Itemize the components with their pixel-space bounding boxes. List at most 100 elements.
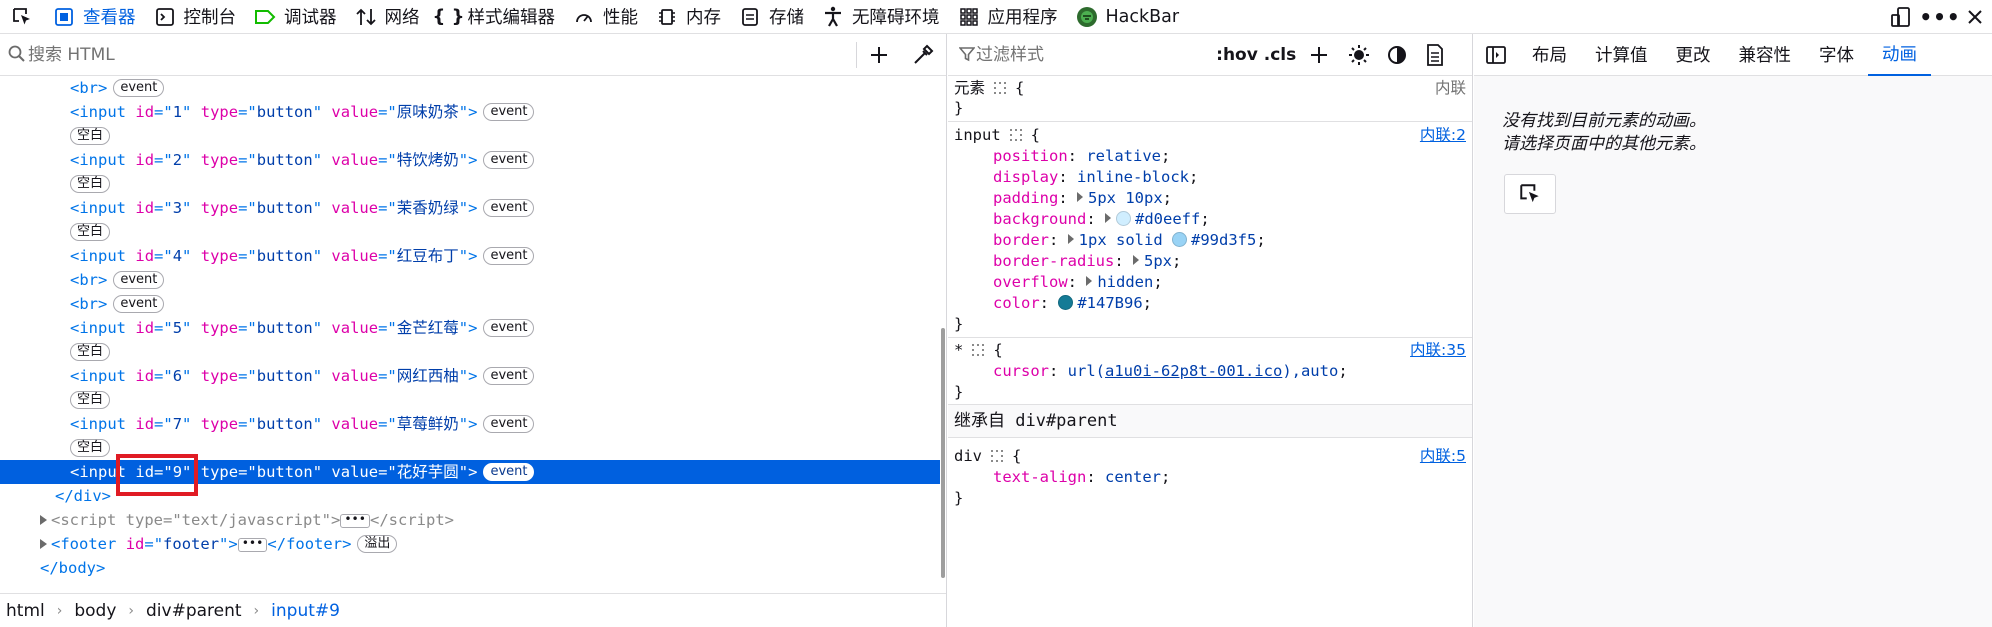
whitespace-node[interactable]: 空白 xyxy=(0,388,940,412)
input-rule-header[interactable]: input{ xyxy=(954,125,1040,146)
tab-inspector[interactable]: 查看器 xyxy=(44,0,145,34)
breadcrumb-item[interactable]: html xyxy=(6,601,45,621)
tab-accessibility[interactable]: 无障碍环境 xyxy=(813,0,949,34)
markup-node-script[interactable]: <script type="text/javascript"> ••• </scri… xyxy=(0,508,940,532)
collapsed-content-icon[interactable]: ••• xyxy=(340,513,370,528)
tab-animations[interactable]: 动画 xyxy=(1868,34,1931,76)
whitespace-node[interactable]: 空白 xyxy=(0,172,940,196)
tab-compatibility[interactable]: 兼容性 xyxy=(1725,34,1806,76)
event-badge[interactable]: event xyxy=(113,295,165,313)
markup-node-input[interactable]: <input id="6" type="button" value="网红西柚"… xyxy=(0,364,940,388)
whitespace-node[interactable]: 空白 xyxy=(0,220,940,244)
expand-twisty-icon[interactable] xyxy=(40,515,47,525)
event-badge[interactable]: event xyxy=(483,103,535,121)
div-rule-header[interactable]: div{ xyxy=(954,446,1021,467)
event-badge[interactable]: event xyxy=(113,79,165,97)
rule-source-link[interactable]: 内联:5 xyxy=(1420,446,1466,467)
pick-element-button[interactable] xyxy=(1504,174,1556,214)
filter-styles-input[interactable] xyxy=(976,42,1176,68)
dark-scheme-button[interactable] xyxy=(1382,40,1412,70)
document-icon xyxy=(1427,44,1443,66)
element-rule-header[interactable]: 元素{ xyxy=(954,78,1024,99)
declaration[interactable]: position: relative; xyxy=(993,146,1170,167)
markup-node-input[interactable]: <input id="2" type="button" value="特饮烤奶"… xyxy=(0,148,940,172)
expand-icon[interactable] xyxy=(1067,234,1074,244)
event-badge[interactable]: event xyxy=(483,199,535,217)
breadcrumb-item-current[interactable]: input#9 xyxy=(271,601,340,621)
event-badge[interactable]: event xyxy=(483,367,535,385)
markup-node-input[interactable]: <input id="5" type="button" value="金芒红莓"… xyxy=(0,316,940,340)
accessibility-icon xyxy=(822,6,844,28)
tab-changes[interactable]: 更改 xyxy=(1662,34,1725,76)
expand-icon[interactable] xyxy=(1133,255,1139,265)
close-devtools-button[interactable] xyxy=(1958,0,1992,34)
event-badge[interactable]: event xyxy=(483,463,535,481)
markup-node-body-close[interactable]: </body> xyxy=(0,556,940,580)
expand-icon[interactable] xyxy=(1077,192,1083,202)
declaration[interactable]: border-radius: 5px; xyxy=(993,251,1181,272)
markup-scrollbar[interactable] xyxy=(941,328,945,578)
eyedropper-button[interactable] xyxy=(910,42,936,73)
declaration[interactable]: text-align: center; xyxy=(993,467,1170,488)
classes-button[interactable]: .cls xyxy=(1260,40,1300,70)
breadcrumb-item[interactable]: body xyxy=(74,601,116,621)
event-badge[interactable]: event xyxy=(483,415,535,433)
event-badge[interactable]: event xyxy=(113,271,165,289)
light-scheme-button[interactable] xyxy=(1344,40,1374,70)
tab-fonts[interactable]: 字体 xyxy=(1805,34,1868,76)
add-rule-button[interactable] xyxy=(1304,40,1334,70)
markup-node-br[interactable]: <br> event xyxy=(0,268,940,292)
tab-layout[interactable]: 布局 xyxy=(1518,34,1581,76)
collapsed-content-icon[interactable]: ••• xyxy=(237,537,268,552)
tab-performance[interactable]: 性能 xyxy=(564,0,647,34)
tab-application[interactable]: 应用程序 xyxy=(949,0,1067,34)
tab-style-editor[interactable]: { } 样式编辑器 xyxy=(429,0,565,34)
event-badge[interactable]: event xyxy=(483,151,535,169)
rule-source-link[interactable]: 内联:35 xyxy=(1410,340,1466,361)
rule-source-link[interactable]: 内联:2 xyxy=(1420,125,1466,146)
expand-icon[interactable] xyxy=(1105,213,1111,223)
responsive-design-button[interactable] xyxy=(1880,0,1922,34)
declaration[interactable]: background: #d0eeff; xyxy=(993,209,1210,230)
markup-node-br[interactable]: <br> event xyxy=(0,76,940,100)
markup-node-input[interactable]: <input id="3" type="button" value="茉香奶绿"… xyxy=(0,196,940,220)
element-picker-button[interactable] xyxy=(0,0,44,34)
event-badge[interactable]: event xyxy=(483,247,535,265)
declaration[interactable]: cursor: url(a1u0i-62p8t-001.ico),auto; xyxy=(993,361,1348,382)
print-media-button[interactable] xyxy=(1420,40,1450,70)
declaration[interactable]: overflow: hidden; xyxy=(993,272,1163,293)
search-html-input[interactable] xyxy=(28,42,848,68)
whitespace-node[interactable]: 空白 xyxy=(0,340,940,364)
overflow-badge[interactable]: 溢出 xyxy=(357,535,398,553)
whitespace-node[interactable]: 空白 xyxy=(0,124,940,148)
tab-debugger[interactable]: 调试器 xyxy=(245,0,346,34)
breadcrumb-item[interactable]: div#parent xyxy=(146,601,242,621)
tab-computed[interactable]: 计算值 xyxy=(1581,34,1662,76)
color-swatch[interactable] xyxy=(1172,232,1188,247)
resource-link[interactable]: a1u0i-62p8t-001.ico xyxy=(1105,362,1282,380)
tab-network[interactable]: 网络 xyxy=(346,0,429,34)
markup-node-input[interactable]: <input id="1" type="button" value="原味奶茶"… xyxy=(0,100,940,124)
markup-node-input[interactable]: <input id="7" type="button" value="草莓鲜奶"… xyxy=(0,412,940,436)
expand-twisty-icon[interactable] xyxy=(40,539,47,549)
tab-memory[interactable]: 内存 xyxy=(647,0,730,34)
add-node-button[interactable] xyxy=(866,42,892,73)
declaration[interactable]: padding: 5px 10px; xyxy=(993,188,1172,209)
markup-node-footer[interactable]: <footer id="footer"> ••• </footer> 溢出 xyxy=(0,532,940,556)
tab-storage[interactable]: 存储 xyxy=(730,0,813,34)
hover-states-button[interactable]: :hov xyxy=(1216,40,1258,70)
markup-node-br[interactable]: <br> event xyxy=(0,292,940,316)
markup-node-input[interactable]: <input id="4" type="button" value="红豆布丁"… xyxy=(0,244,940,268)
color-swatch[interactable] xyxy=(1058,295,1074,310)
tab-hackbar[interactable]: HackBar xyxy=(1067,0,1189,34)
expand-icon[interactable] xyxy=(1086,276,1093,286)
tab-console[interactable]: 控制台 xyxy=(145,0,246,34)
declaration[interactable]: border: 1px solid #99d3f5; xyxy=(993,230,1266,251)
event-badge[interactable]: event xyxy=(483,319,535,337)
declaration[interactable]: display: inline-block; xyxy=(993,167,1198,188)
color-swatch[interactable] xyxy=(1116,211,1131,226)
universal-rule-header[interactable]: *{ xyxy=(954,340,1003,361)
declaration[interactable]: color: #147B96; xyxy=(993,293,1152,314)
toggle-sidebar-button[interactable] xyxy=(1474,34,1518,76)
more-options-icon[interactable]: ••• xyxy=(1919,0,1959,34)
